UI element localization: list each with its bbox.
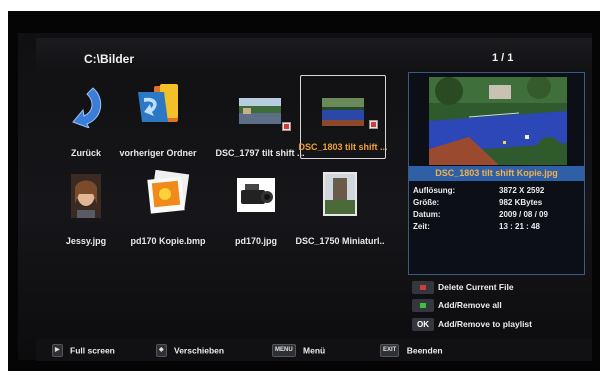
info-value: 13 : 21 : 48 (499, 222, 540, 231)
photo-thumbnail (239, 98, 281, 124)
tile-photo[interactable]: Jessy.jpg (42, 168, 130, 266)
legend-delete-current-file[interactable]: Delete Current File (412, 280, 592, 296)
tile-photo[interactable]: pd170 Kopie.bmp (124, 168, 212, 266)
photo-thumbnail (237, 178, 275, 212)
info-value: 2009 / 08 / 09 (499, 210, 548, 219)
menu-key-icon: MENU (272, 344, 296, 357)
legend-add-remove-playlist[interactable]: OK Add/Remove to playlist (412, 317, 592, 333)
photo-thumbnail (323, 172, 357, 216)
info-value: 982 KBytes (499, 198, 543, 207)
tile-parent-folder[interactable]: vorheriger Ordner (114, 80, 202, 178)
info-key: Zeit: (413, 222, 430, 231)
tile-photo[interactable]: pd170.jpg (212, 168, 300, 266)
play-key-icon: ▶ (52, 344, 63, 357)
hint-full-screen[interactable]: ▶ Full screen (52, 344, 115, 358)
info-resolution: Auflösung: 3872 X 2592 (413, 186, 580, 198)
photo-thumbnail (147, 170, 190, 214)
hint-label: Verschieben (174, 345, 225, 356)
tile-label: DSC_1750 Miniaturl.. (295, 236, 385, 246)
hint-exit[interactable]: EXIT Beenden (380, 344, 443, 358)
hint-label: Beenden (406, 345, 443, 356)
info-key: Datum: (413, 210, 441, 219)
selection-checkbox[interactable] (282, 122, 291, 131)
photo-thumbnail (322, 98, 364, 126)
photo-thumbnail (71, 174, 101, 218)
back-arrow-icon (72, 87, 102, 128)
tile-label: DSC_1803 tilt shift ... (298, 142, 388, 152)
info-size: Größe: 982 KBytes (413, 198, 580, 210)
tile-photo[interactable]: DSC_1750 Miniaturl.. (295, 168, 385, 266)
folder-up-icon (138, 84, 178, 122)
info-time: Zeit: 13 : 21 : 48 (413, 222, 580, 234)
tile-label: vorheriger Ordner (119, 148, 197, 158)
exit-key-icon: EXIT (380, 344, 400, 357)
preview-panel: DSC_1803 tilt shift Kopie.jpg Auflösung:… (408, 72, 585, 275)
preview-image (429, 77, 567, 165)
info-value: 3872 X 2592 (499, 186, 545, 195)
legend-add-remove-all[interactable]: Add/Remove all (412, 298, 592, 314)
info-date: Datum: 2009 / 08 / 09 (413, 210, 580, 222)
page-indicator: 1 / 1 (492, 52, 514, 64)
tile-photo[interactable]: DSC_1797 tilt shift ... (215, 80, 305, 178)
tile-photo-selected[interactable]: DSC_1803 tilt shift ... (298, 75, 388, 159)
info-key: Auflösung: (413, 186, 456, 195)
legend-label: Delete Current File (438, 282, 514, 292)
ok-key-icon: OK (412, 318, 434, 331)
green-key-icon (412, 299, 434, 312)
direction-pad-icon: ◆ (156, 344, 167, 357)
folder-path: C:\Bilder (84, 52, 135, 66)
hint-label: Menü (303, 345, 326, 356)
red-key-icon (412, 281, 434, 294)
legend-label: Add/Remove all (438, 300, 502, 310)
hint-menu[interactable]: MENU Menü (272, 344, 325, 358)
hint-label: Full screen (70, 345, 115, 356)
info-key: Größe: (413, 198, 440, 207)
preview-filename: DSC_1803 tilt shift Kopie.jpg (409, 166, 584, 181)
hint-move[interactable]: ◆ Verschieben (156, 344, 224, 358)
legend-label: Add/Remove to playlist (438, 319, 532, 329)
selection-checkbox[interactable] (369, 120, 378, 129)
